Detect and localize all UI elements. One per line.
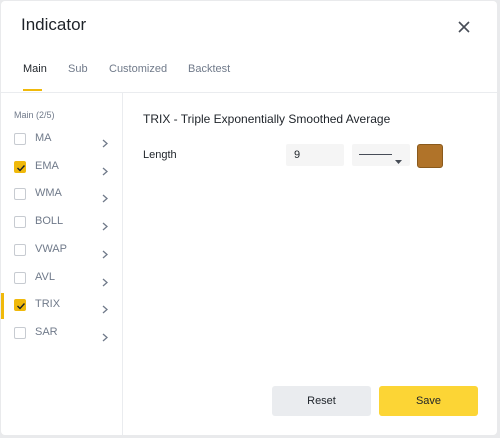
tab-customized[interactable]: Customized	[109, 63, 167, 75]
sidebar-item-wma[interactable]: WMA	[1, 182, 122, 208]
dialog-title: Indicator	[21, 15, 87, 34]
sidebar-item-avl[interactable]: AVL	[1, 266, 122, 292]
check-icon	[17, 303, 26, 310]
reset-button[interactable]: Reset	[272, 386, 371, 416]
checkbox[interactable]	[14, 299, 26, 312]
indicator-sidebar: Main (2/5) MA EMA WMA BOLL VWAP AVL TRIX SAR	[1, 93, 122, 435]
sidebar-item-label: WMA	[35, 187, 62, 200]
line-style-select[interactable]	[352, 144, 410, 166]
checkbox[interactable]	[14, 160, 26, 173]
color-swatch[interactable]	[417, 144, 443, 168]
chevron-right-icon	[102, 329, 108, 347]
indicator-dialog: Indicator Main Sub Customized Backtest M…	[1, 1, 497, 435]
checkbox[interactable]	[14, 188, 26, 201]
line-style-sample	[359, 154, 392, 155]
sidebar-item-label: TRIX	[35, 298, 61, 311]
sidebar-item-boll[interactable]: BOLL	[1, 210, 122, 236]
active-tab-indicator	[23, 89, 42, 91]
sidebar-item-label: SAR	[35, 325, 58, 338]
save-button[interactable]: Save	[379, 386, 478, 416]
group-label: Main (2/5)	[14, 110, 55, 120]
chevron-right-icon	[102, 301, 108, 319]
chevron-right-icon	[102, 218, 108, 236]
close-icon[interactable]	[456, 19, 472, 35]
chevron-right-icon	[102, 274, 108, 292]
sidebar-item-trix[interactable]: TRIX	[1, 293, 122, 320]
indicator-title: TRIX - Triple Exponentially Smoothed Ave…	[143, 112, 391, 126]
sidebar-item-label: MA	[35, 132, 52, 144]
sidebar-divider	[122, 93, 123, 435]
chevron-right-icon	[102, 190, 108, 208]
sidebar-item-sar[interactable]: SAR	[1, 321, 122, 347]
checkbox[interactable]	[14, 133, 26, 145]
chevron-right-icon	[102, 135, 108, 153]
tab-main[interactable]: Main	[23, 63, 47, 75]
sidebar-item-label: EMA	[35, 159, 59, 172]
tab-bar: Main Sub Customized Backtest	[1, 61, 497, 91]
checkbox[interactable]	[14, 216, 26, 229]
sidebar-item-vwap[interactable]: VWAP	[1, 238, 122, 264]
check-icon	[17, 164, 26, 172]
chevron-right-icon	[102, 246, 108, 264]
chevron-right-icon	[102, 163, 108, 181]
tab-sub[interactable]: Sub	[68, 63, 88, 75]
sidebar-item-label: AVL	[35, 270, 55, 283]
checkbox[interactable]	[14, 243, 26, 256]
length-input[interactable]	[286, 144, 344, 166]
sidebar-item-ma[interactable]: MA	[1, 127, 122, 153]
caret-down-icon	[395, 152, 402, 170]
length-label: Length	[143, 149, 177, 161]
checkbox[interactable]	[14, 271, 26, 284]
sidebar-item-ema[interactable]: EMA	[1, 155, 122, 181]
sidebar-item-label: BOLL	[35, 215, 64, 228]
tab-backtest[interactable]: Backtest	[188, 63, 230, 75]
checkbox[interactable]	[14, 326, 26, 339]
sidebar-item-label: VWAP	[35, 242, 67, 255]
